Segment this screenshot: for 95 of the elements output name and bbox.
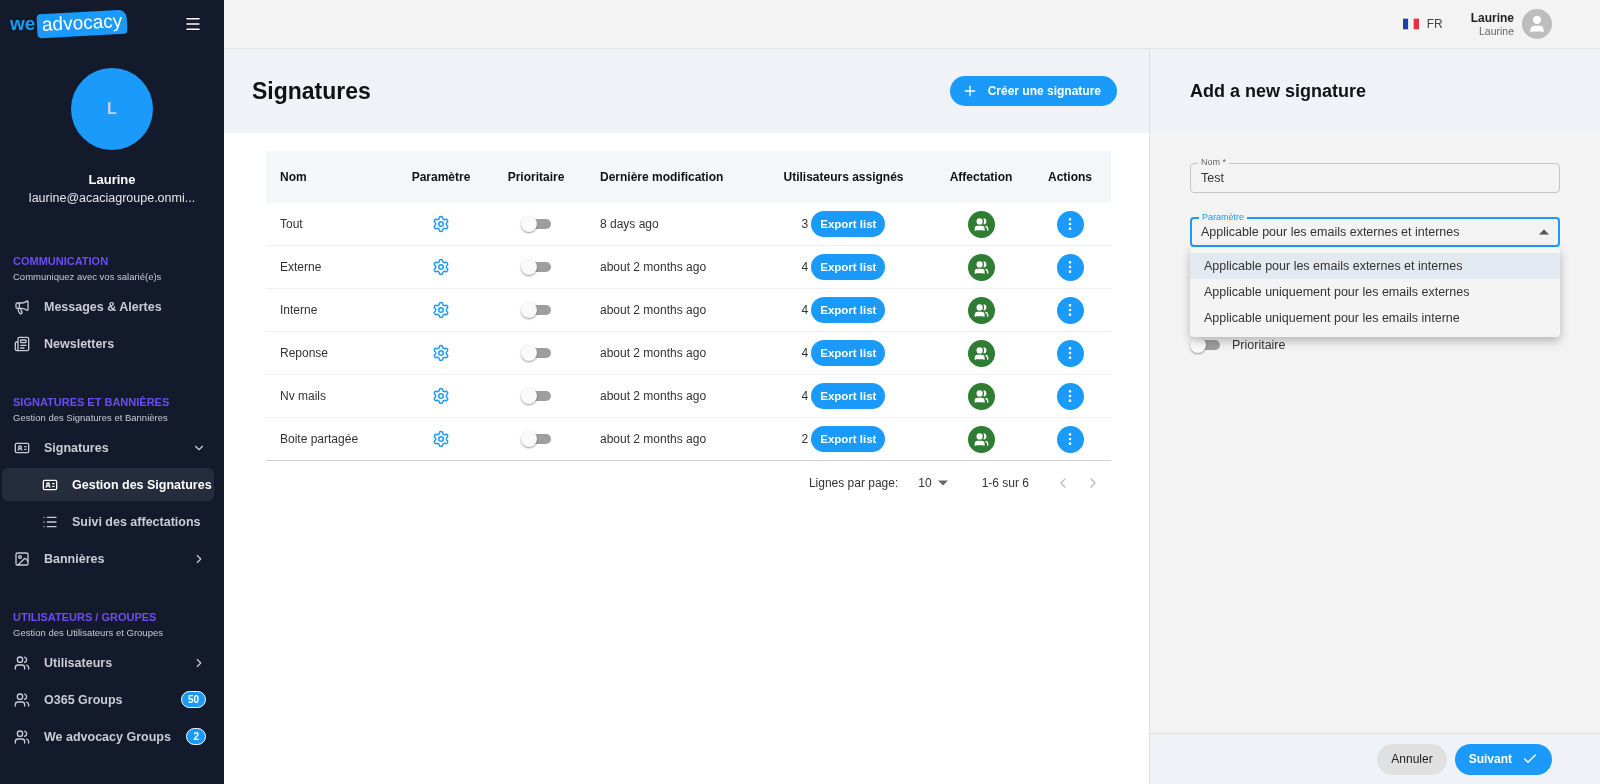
column-header: Dernière modification xyxy=(599,170,725,184)
column-header: Paramètre xyxy=(410,170,472,184)
priority-switch[interactable] xyxy=(521,388,551,404)
sidebar-item[interactable]: Utilisateurs xyxy=(0,646,214,679)
sidebar-item[interactable]: Signatures xyxy=(0,431,214,464)
table-cell-text: about 2 months ago xyxy=(599,432,708,446)
group-icon[interactable] xyxy=(967,425,995,453)
caret-icon xyxy=(1539,229,1549,235)
column-header: Prioritaire xyxy=(506,170,566,184)
more-actions-icon[interactable] xyxy=(1056,339,1084,367)
flag-icon xyxy=(1402,18,1419,30)
user-count: 3 xyxy=(801,217,809,231)
group-icon[interactable] xyxy=(967,296,995,324)
more-actions-icon[interactable] xyxy=(1056,425,1084,453)
user-role: Laurine xyxy=(1478,25,1514,37)
group-icon[interactable] xyxy=(967,253,995,281)
page-title: Signatures xyxy=(252,77,371,105)
column-header: Affectation xyxy=(948,170,1014,184)
table-cell-text: about 2 months ago xyxy=(599,260,708,274)
dropdown-option[interactable]: Applicable uniquement pour les emails externes xyxy=(1190,279,1560,305)
section-title: SIGNATURES ET BANNIÈRES xyxy=(12,396,171,408)
user-avatar-icon[interactable] xyxy=(1522,9,1552,39)
more-actions-icon[interactable] xyxy=(1056,382,1084,410)
user-count: 2 xyxy=(801,432,809,446)
priority-switch[interactable] xyxy=(1190,337,1220,353)
priority-switch[interactable] xyxy=(521,431,551,447)
dropdown-option[interactable]: Applicable uniquement pour les emails interne xyxy=(1190,305,1560,331)
sidebar-item[interactable]: Bannières xyxy=(0,542,214,575)
sidebar-subitem[interactable]: Gestion des Signatures xyxy=(2,468,214,501)
count-badge: 50 xyxy=(180,691,206,708)
more-actions-icon[interactable] xyxy=(1056,296,1084,324)
sidebar-item-icon xyxy=(14,335,30,352)
column-header: Actions xyxy=(1047,170,1093,184)
column-header: Utilisateurs assignés xyxy=(782,170,905,184)
priority-switch[interactable] xyxy=(521,345,551,361)
user-count: 4 xyxy=(801,389,809,403)
dropdown-option[interactable]: Applicable pour les emails externes et internes xyxy=(1190,253,1560,279)
cancel-button[interactable]: Annuler xyxy=(1377,743,1447,775)
switch-label: Prioritaire xyxy=(1232,338,1286,352)
page-range: 1-6 sur 6 xyxy=(981,476,1029,490)
priority-switch[interactable] xyxy=(521,259,551,275)
table-cell-text: Nv mails xyxy=(279,389,327,403)
settings-icon[interactable] xyxy=(432,258,450,276)
settings-icon[interactable] xyxy=(432,387,450,405)
table-cell-text: Externe xyxy=(279,260,323,274)
rows-per-page-select[interactable]: 10 xyxy=(912,475,954,491)
sidebar-item-icon xyxy=(14,728,30,745)
user-count: 4 xyxy=(801,303,809,317)
section-title: COMMUNICATION xyxy=(12,255,110,267)
table-cell-text: Interne xyxy=(279,303,319,317)
caret-icon xyxy=(937,480,948,486)
settings-icon[interactable] xyxy=(432,301,450,319)
more-actions-icon[interactable] xyxy=(1056,210,1084,238)
sidebar-subitem[interactable]: Suivi des affectations xyxy=(2,505,214,538)
sidebar-item[interactable]: Messages & Alertes xyxy=(0,290,214,323)
user-count: 4 xyxy=(801,260,809,274)
section-title: UTILISATEURS / GROUPES xyxy=(12,611,158,623)
sidebar-item[interactable]: Newsletters xyxy=(0,327,214,360)
priority-switch[interactable] xyxy=(521,216,551,232)
settings-icon[interactable] xyxy=(432,215,450,233)
table-cell-text: 8 days ago xyxy=(599,217,660,231)
table-cell-text: about 2 months ago xyxy=(599,346,708,360)
table-cell-text: Boite partagée xyxy=(279,432,360,446)
menu-icon[interactable] xyxy=(184,15,202,33)
logo: we advocacy xyxy=(10,12,128,36)
settings-icon[interactable] xyxy=(432,344,450,362)
section-subtitle: Gestion des Signatures et Bannières xyxy=(12,412,169,423)
sidebar-item-icon xyxy=(14,298,30,315)
section-subtitle: Gestion des Utilisateurs et Groupes xyxy=(12,627,164,638)
group-icon[interactable] xyxy=(967,339,995,367)
user-count: 4 xyxy=(801,346,809,360)
sidebar-item[interactable]: O365 Groups 50 xyxy=(0,683,214,716)
sidebar-item[interactable]: We advocacy Groups 2 xyxy=(0,720,214,753)
sidebar-item-icon xyxy=(14,654,30,671)
language-label[interactable]: FR xyxy=(1426,17,1443,31)
user-name: Laurine xyxy=(1470,11,1514,25)
table-cell-text: about 2 months ago xyxy=(599,389,708,403)
more-actions-icon[interactable] xyxy=(1056,253,1084,281)
table-cell-text: about 2 months ago xyxy=(599,303,708,317)
panel-title: Add a new signature xyxy=(1190,80,1367,102)
priority-switch[interactable] xyxy=(521,302,551,318)
user-avatar: L xyxy=(71,68,153,150)
column-header: Nom xyxy=(279,170,308,184)
group-icon[interactable] xyxy=(967,382,995,410)
sidebar-item-icon xyxy=(14,550,30,567)
sidebar-item-icon xyxy=(14,691,30,708)
rows-per-page-label: Lignes par page: xyxy=(808,476,899,490)
section-subtitle: Communiquez avec vos salarié(e)s xyxy=(12,271,163,282)
group-icon[interactable] xyxy=(967,210,995,238)
user-email: laurine@acaciagroupe.onmi... xyxy=(27,191,197,205)
user-name: Laurine xyxy=(87,172,137,187)
count-badge: 2 xyxy=(186,728,206,745)
table-cell-text: Reponse xyxy=(279,346,330,360)
table-cell-text: Tout xyxy=(279,217,304,231)
settings-icon[interactable] xyxy=(432,430,450,448)
